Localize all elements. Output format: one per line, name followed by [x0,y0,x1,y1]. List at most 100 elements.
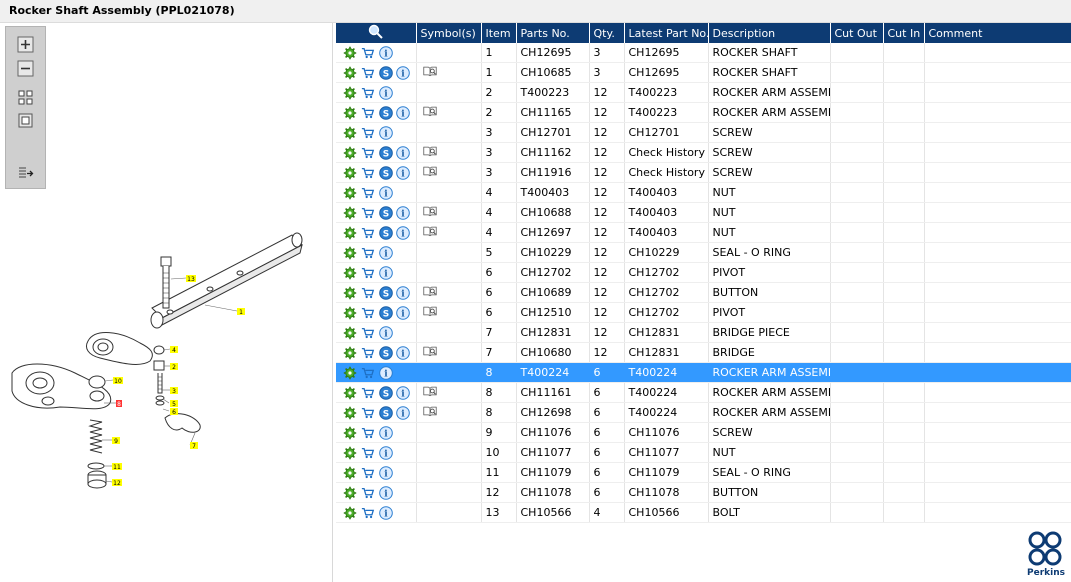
callout-6[interactable]: 6 [170,408,178,416]
configure-icon[interactable] [342,425,357,440]
add-to-cart-icon[interactable] [359,485,376,500]
add-to-cart-icon[interactable] [359,305,376,320]
add-to-cart-icon[interactable] [359,325,376,340]
part-info-icon[interactable]: i [378,445,393,460]
part-info-icon[interactable]: i [378,125,393,140]
configure-icon[interactable] [342,285,357,300]
zoom-in-button[interactable] [16,35,35,54]
table-row[interactable]: Si 1 CH10685 3 CH12695 ROCKER SHAFT [336,62,1071,83]
callout-9[interactable]: 9 [112,437,120,445]
view-document-icon[interactable] [421,144,439,159]
configure-icon[interactable] [342,245,357,260]
table-row[interactable]: Si 2 CH11165 12 T400223 ROCKER ARM ASSEMBL [336,102,1071,123]
add-to-cart-icon[interactable] [359,245,376,260]
part-number-cell[interactable]: CH11077 [516,442,590,463]
part-number-cell[interactable]: CH10680 [516,342,590,363]
supersession-button[interactable]: S [378,345,393,360]
latest-part-number-cell[interactable]: CH11079 [624,462,709,483]
configure-icon[interactable] [342,345,357,360]
part-info-icon[interactable]: i [395,345,410,360]
view-document-icon[interactable] [421,304,439,319]
latest-part-number-cell[interactable]: CH12702 [624,262,709,283]
configure-icon[interactable] [342,365,357,380]
callout-4[interactable]: 4 [170,346,178,354]
configure-icon[interactable] [342,265,357,280]
view-document-icon[interactable] [421,384,439,399]
column-header-actions[interactable] [336,23,417,43]
table-row[interactable]: i 8 T400224 6 T400224 ROCKER ARM ASSEMBL [336,362,1071,383]
part-info-icon[interactable]: i [395,145,410,160]
part-info-icon[interactable]: i [395,165,410,180]
view-document-icon[interactable] [421,64,439,79]
part-number-cell[interactable]: CH10566 [516,502,590,523]
column-header-description[interactable]: Description [708,23,831,43]
part-info-icon[interactable]: i [378,465,393,480]
add-to-cart-icon[interactable] [359,365,376,380]
latest-part-number-cell[interactable]: T400224 [624,362,709,383]
add-to-cart-icon[interactable] [359,65,376,80]
table-row[interactable]: i 12 CH11078 6 CH11078 BUTTON [336,482,1071,503]
configure-icon[interactable] [342,505,357,520]
supersession-button[interactable]: S [378,65,393,80]
add-to-cart-icon[interactable] [359,85,376,100]
configure-icon[interactable] [342,385,357,400]
configure-icon[interactable] [342,325,357,340]
part-info-icon[interactable]: i [378,325,393,340]
table-row[interactable]: Si 3 CH11916 12 Check History SCREW [336,162,1071,183]
supersession-button[interactable]: S [378,285,393,300]
table-row[interactable]: Si 8 CH11161 6 T400224 ROCKER ARM ASSEMBL [336,382,1071,403]
part-number-cell[interactable]: CH10689 [516,282,590,303]
supersession-button[interactable]: S [378,145,393,160]
part-info-icon[interactable]: i [378,485,393,500]
table-row[interactable]: Si 4 CH12697 12 T400403 NUT [336,222,1071,243]
latest-part-number-cell[interactable]: CH10229 [624,242,709,263]
table-row[interactable]: i 2 T400223 12 T400223 ROCKER ARM ASSEMBL [336,82,1071,103]
part-number-cell[interactable]: CH10229 [516,242,590,263]
latest-part-number-cell[interactable]: Check History [624,162,709,183]
callout-8[interactable]: 8 [116,400,122,408]
part-info-icon[interactable]: i [378,245,393,260]
configure-icon[interactable] [342,45,357,60]
part-info-icon[interactable]: i [395,385,410,400]
add-to-cart-icon[interactable] [359,405,376,420]
part-number-cell[interactable]: CH10685 [516,62,590,83]
column-header-parts-no[interactable]: Parts No. [516,23,590,43]
view-document-icon[interactable] [421,104,439,119]
callout-13[interactable]: 13 [186,275,196,283]
table-row[interactable]: i 1 CH12695 3 CH12695 ROCKER SHAFT [336,43,1071,63]
view-document-icon[interactable] [421,164,439,179]
latest-part-number-cell[interactable]: T400403 [624,182,709,203]
add-to-cart-icon[interactable] [359,505,376,520]
part-info-icon[interactable]: i [378,505,393,520]
part-info-icon[interactable]: i [395,205,410,220]
part-info-icon[interactable]: i [395,305,410,320]
part-info-icon[interactable]: i [395,405,410,420]
column-header-comment[interactable]: Comment [924,23,1071,43]
add-to-cart-icon[interactable] [359,445,376,460]
column-header-symbols[interactable]: Symbol(s) [416,23,482,43]
supersession-button[interactable]: S [378,225,393,240]
configure-icon[interactable] [342,405,357,420]
view-document-icon[interactable] [421,344,439,359]
part-info-icon[interactable]: i [378,365,393,380]
part-number-cell[interactable]: CH10688 [516,202,590,223]
callout-7[interactable]: 7 [190,442,198,450]
part-info-icon[interactable]: i [395,65,410,80]
table-row[interactable]: i 9 CH11076 6 CH11076 SCREW [336,422,1071,443]
part-number-cell[interactable]: CH12695 [516,43,590,63]
latest-part-number-cell[interactable]: T400223 [624,102,709,123]
part-number-cell[interactable]: CH12701 [516,122,590,143]
configure-icon[interactable] [342,485,357,500]
table-row[interactable]: i 3 CH12701 12 CH12701 SCREW [336,122,1071,143]
add-to-cart-icon[interactable] [359,265,376,280]
table-row[interactable]: i 13 CH10566 4 CH10566 BOLT [336,502,1071,523]
latest-part-number-cell[interactable]: Check History [624,142,709,163]
table-row[interactable]: Si 4 CH10688 12 T400403 NUT [336,202,1071,223]
actual-size-button[interactable] [16,111,35,130]
table-row[interactable]: i 6 CH12702 12 CH12702 PIVOT [336,262,1071,283]
export-list-button[interactable] [16,164,35,183]
column-header-item[interactable]: Item [481,23,517,43]
part-number-cell[interactable]: T400223 [516,82,590,103]
callout-3[interactable]: 3 [170,387,178,395]
table-row[interactable]: Si 7 CH10680 12 CH12831 BRIDGE [336,342,1071,363]
